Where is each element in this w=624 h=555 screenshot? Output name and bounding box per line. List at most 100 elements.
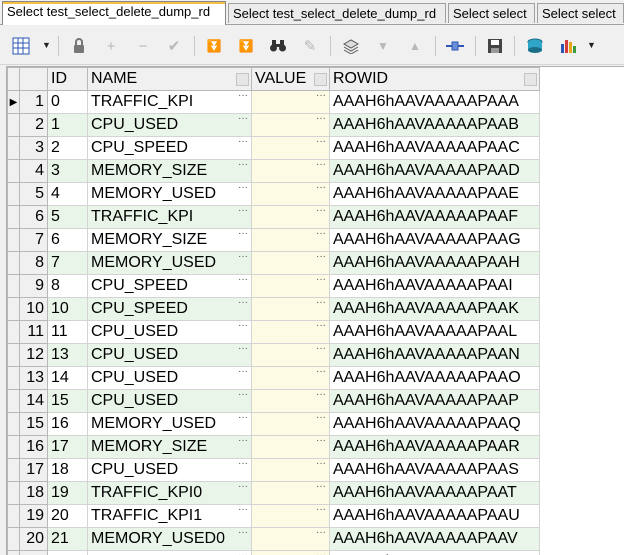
column-header-id[interactable]: ID	[48, 68, 88, 91]
cell-value[interactable]: ···	[252, 252, 330, 275]
cell-editor-button[interactable]: ···	[316, 299, 326, 307]
column-header-value[interactable]: VALUE	[252, 68, 330, 91]
cell-name[interactable]: CPU_USED···	[88, 367, 252, 390]
cell-value[interactable]: ···	[252, 114, 330, 137]
row-number[interactable]: 18	[20, 482, 48, 505]
query-by-example-icon[interactable]	[340, 35, 362, 57]
cell-name[interactable]: TRAFFIC_KPI0···	[88, 482, 252, 505]
row-indicator[interactable]	[8, 551, 20, 555]
cell-editor-button[interactable]: ···	[238, 138, 248, 146]
cell-value[interactable]: ···	[252, 390, 330, 413]
cell-name[interactable]: MEMORY_USED···	[88, 413, 252, 436]
row-number[interactable]: 10	[20, 298, 48, 321]
header-row-number[interactable]	[20, 68, 48, 91]
cell-editor-button[interactable]: ···	[316, 345, 326, 353]
cell-id[interactable]: 2	[48, 137, 88, 160]
column-header-name[interactable]: NAME	[88, 68, 252, 91]
cell-editor-button[interactable]: ···	[238, 230, 248, 238]
cell-editor-button[interactable]: ···	[238, 345, 248, 353]
row-number[interactable]: 9	[20, 275, 48, 298]
row-number[interactable]: 8	[20, 252, 48, 275]
row-indicator[interactable]: ▶	[8, 91, 20, 114]
cell-id[interactable]: 7	[48, 252, 88, 275]
row-indicator[interactable]	[8, 413, 20, 436]
cell-editor-button[interactable]: ···	[238, 483, 248, 491]
grid-view-icon[interactable]	[10, 35, 32, 57]
cell-name[interactable]: TRAFFIC_KPI1···	[88, 505, 252, 528]
cell-id[interactable]: 0	[48, 91, 88, 114]
cell-id[interactable]: 8	[48, 275, 88, 298]
row-indicator[interactable]	[8, 482, 20, 505]
minus-icon[interactable]: −	[132, 35, 154, 57]
table-row[interactable]: 1415CPU_USED······AAAH6hAAVAAAAAPAAP	[8, 390, 540, 413]
row-indicator[interactable]	[8, 367, 20, 390]
row-number[interactable]: 1	[20, 91, 48, 114]
table-row[interactable]: 1111CPU_USED······AAAH6hAAVAAAAAPAAL	[8, 321, 540, 344]
link-icon[interactable]	[444, 35, 466, 57]
cell-value[interactable]: ···	[252, 367, 330, 390]
cell-rowid[interactable]: AAAH6hAAVAAAAAPAAS	[330, 459, 540, 482]
row-number[interactable]: 20	[20, 528, 48, 551]
cell-id[interactable]: 15	[48, 390, 88, 413]
cell-editor-button[interactable]: ···	[316, 529, 326, 537]
cell-name[interactable]: MEMORY_USED0···	[88, 528, 252, 551]
cell-value[interactable]: ···	[252, 206, 330, 229]
row-indicator[interactable]	[8, 321, 20, 344]
row-number[interactable]: 12	[20, 344, 48, 367]
lock-icon[interactable]	[68, 35, 90, 57]
export-icon[interactable]	[524, 35, 546, 57]
row-indicator[interactable]	[8, 137, 20, 160]
row-number[interactable]: 16	[20, 436, 48, 459]
row-indicator[interactable]	[8, 160, 20, 183]
row-number[interactable]: 14	[20, 390, 48, 413]
cell-value[interactable]: ···	[252, 229, 330, 252]
table-row[interactable]: 1920TRAFFIC_KPI1······AAAH6hAAVAAAAAPAAU	[8, 505, 540, 528]
cell-rowid[interactable]: AAAH6hAAVAAAAAPAAI	[330, 275, 540, 298]
row-indicator[interactable]	[8, 229, 20, 252]
cell-editor-button[interactable]: ···	[316, 230, 326, 238]
cell-id[interactable]: 13	[48, 344, 88, 367]
row-number[interactable]: 7	[20, 229, 48, 252]
cell-rowid[interactable]: AAAH6hAAVAAAAAPAAL	[330, 321, 540, 344]
cell-name[interactable]: MEMORY_SIZE···	[88, 436, 252, 459]
row-indicator[interactable]	[8, 183, 20, 206]
cell-rowid[interactable]: AAAH6hAAVAAAAAPAAT	[330, 482, 540, 505]
row-number[interactable]: 3	[20, 137, 48, 160]
cell-rowid[interactable]: AAAH6hAAVAAAAAPAAD	[330, 160, 540, 183]
table-row[interactable]: 76MEMORY_SIZE······AAAH6hAAVAAAAAPAAG	[8, 229, 540, 252]
cell-value[interactable]: ···	[252, 298, 330, 321]
grid-view-dropdown-icon[interactable]: ▼	[42, 40, 51, 50]
chart-dropdown-icon[interactable]: ▼	[587, 40, 596, 50]
table-row[interactable]: ▶10TRAFFIC_KPI······AAAH6hAAVAAAAAPAAA	[8, 91, 540, 114]
row-indicator[interactable]	[8, 344, 20, 367]
cell-editor-button[interactable]: ···	[238, 253, 248, 261]
table-row[interactable]: 98CPU_SPEED······AAAH6hAAVAAAAAPAAI	[8, 275, 540, 298]
cell-id[interactable]: 10	[48, 298, 88, 321]
row-number[interactable]: 11	[20, 321, 48, 344]
table-row[interactable]: 1819TRAFFIC_KPI0······AAAH6hAAVAAAAAPAAT	[8, 482, 540, 505]
cell-editor-button[interactable]: ···	[238, 391, 248, 399]
cell-name[interactable]: MEMORY_USED···	[88, 183, 252, 206]
table-row[interactable]: 32CPU_SPEED······AAAH6hAAVAAAAAPAAC	[8, 137, 540, 160]
table-row[interactable]: 1213CPU_USED······AAAH6hAAVAAAAAPAAN	[8, 344, 540, 367]
cell-name[interactable]: TRAFFIC_KPI···	[88, 206, 252, 229]
table-row[interactable]: 1314CPU_USED······AAAH6hAAVAAAAAPAAO	[8, 367, 540, 390]
cell-name[interactable]: MEMORY_USED2···	[88, 551, 252, 555]
fetch-all-icon[interactable]: ⏬	[235, 35, 257, 57]
cell-rowid[interactable]: AAAH6hAAVAAAAAPAAV	[330, 528, 540, 551]
cell-rowid[interactable]: AAAH6hAAVAAAAAPAAH	[330, 252, 540, 275]
cell-editor-button[interactable]: ···	[238, 437, 248, 445]
cell-id[interactable]: 19	[48, 482, 88, 505]
row-number[interactable]: 17	[20, 459, 48, 482]
cell-value[interactable]: ···	[252, 413, 330, 436]
table-row[interactable]: 1516MEMORY_USED······AAAH6hAAVAAAAAPAAQ	[8, 413, 540, 436]
cell-value[interactable]: ···	[252, 91, 330, 114]
cell-id[interactable]: 1	[48, 114, 88, 137]
cell-value[interactable]: ···	[252, 436, 330, 459]
column-filter-button[interactable]	[524, 73, 537, 86]
cell-editor-button[interactable]: ···	[316, 483, 326, 491]
cell-name[interactable]: MEMORY_USED···	[88, 252, 252, 275]
clear-icon[interactable]: ✎	[299, 35, 321, 57]
tab-select-select-1[interactable]: Select select	[448, 3, 535, 23]
header-indicator-corner[interactable]	[8, 68, 20, 91]
